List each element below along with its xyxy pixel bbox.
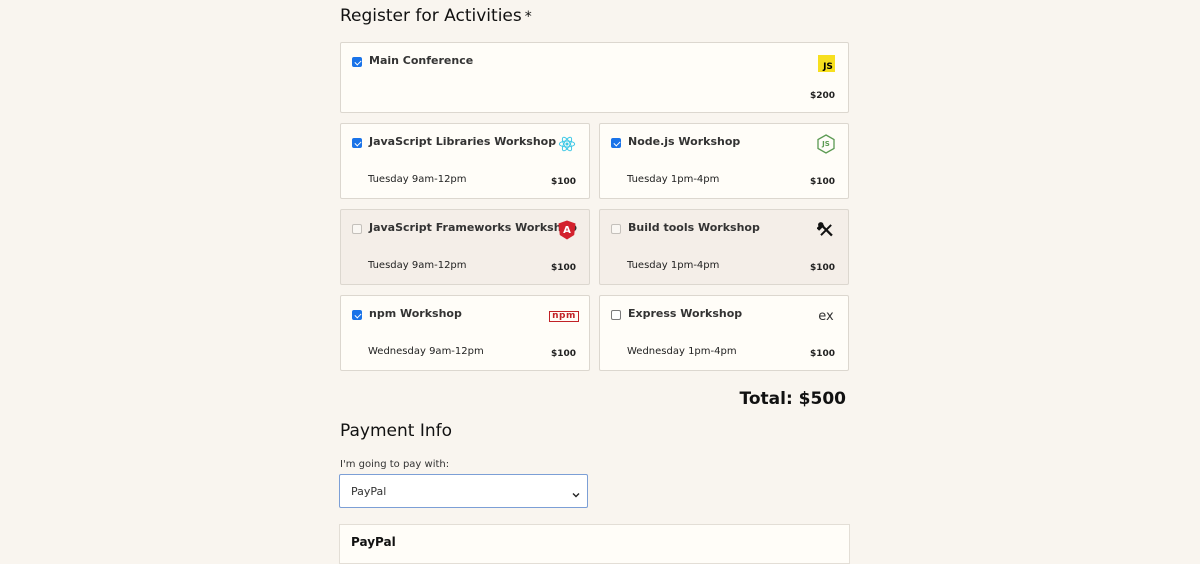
build-tools-checkbox (611, 224, 621, 234)
activity-name: JavaScript Libraries Workshop (369, 135, 557, 148)
activity-express-workshop[interactable]: Express Workshop ex Wednesday 1pm-4pm $1… (599, 295, 849, 371)
nodejs-icon: JS (816, 134, 836, 154)
express-icon: ex (816, 306, 836, 326)
activities-title: Register for Activities (340, 6, 522, 26)
activity-javascript-frameworks-workshop: JavaScript Frameworks Workshop A Tuesday… (340, 209, 590, 285)
js-frameworks-checkbox (352, 224, 362, 234)
activity-name: JavaScript Frameworks Workshop (369, 221, 577, 234)
chevron-down-icon (571, 485, 581, 504)
activity-price: $100 (809, 263, 835, 273)
main-conference-checkbox[interactable] (352, 57, 362, 67)
payment-method-select[interactable]: PayPal (339, 474, 588, 508)
activity-price: $100 (550, 349, 576, 359)
activity-price: $100 (809, 349, 835, 359)
activity-name: npm Workshop (369, 307, 462, 320)
activity-time: Tuesday 1pm-4pm (627, 260, 720, 271)
activity-javascript-libraries-workshop[interactable]: JavaScript Libraries Workshop Tuesday 9a… (340, 123, 590, 199)
angular-icon: A (557, 220, 577, 240)
payment-method-value: PayPal (351, 485, 387, 498)
required-mark: * (524, 9, 532, 25)
activity-price: $100 (809, 177, 835, 187)
paypal-title: PayPal (351, 535, 396, 549)
javascript-icon-text: JS (823, 61, 833, 72)
nodejs-icon-text: JS (822, 140, 830, 148)
paypal-panel: PayPal (339, 524, 850, 564)
js-libraries-checkbox[interactable] (352, 138, 362, 148)
activities-heading: Register for Activities * (340, 6, 532, 26)
npm-checkbox[interactable] (352, 310, 362, 320)
activity-time: Tuesday 9am-12pm (368, 260, 467, 271)
activity-price: $100 (550, 263, 576, 273)
javascript-icon: JS (818, 55, 835, 72)
activity-npm-workshop[interactable]: npm Workshop npm Wednesday 9am-12pm $100 (340, 295, 590, 371)
payment-select-label: I'm going to pay with: (340, 459, 450, 470)
total-cost: Total: $500 (739, 389, 846, 409)
activity-main-conference[interactable]: Main Conference JS $200 (340, 42, 849, 113)
activity-nodejs-workshop[interactable]: Node.js Workshop JS Tuesday 1pm-4pm $100 (599, 123, 849, 199)
build-tools-icon (816, 220, 836, 240)
activity-price: $200 (809, 91, 835, 101)
activity-time: Wednesday 9am-12pm (368, 346, 484, 357)
npm-icon: npm (549, 306, 579, 326)
nodejs-checkbox[interactable] (611, 138, 621, 148)
activity-time: Tuesday 9am-12pm (368, 174, 467, 185)
npm-icon-text: npm (549, 310, 579, 322)
payment-heading: Payment Info (340, 421, 453, 441)
angular-icon-text: A (563, 224, 571, 236)
activity-time: Tuesday 1pm-4pm (627, 174, 720, 185)
activity-build-tools-workshop: Build tools Workshop Tuesday 1pm-4pm $10… (599, 209, 849, 285)
activity-time: Wednesday 1pm-4pm (627, 346, 737, 357)
react-icon (557, 134, 577, 154)
activity-name: Express Workshop (628, 307, 743, 320)
express-checkbox[interactable] (611, 310, 621, 320)
activity-name: Main Conference (369, 54, 474, 67)
activity-name: Build tools Workshop (628, 221, 760, 234)
activity-name: Node.js Workshop (628, 135, 741, 148)
express-icon-text: ex (818, 308, 834, 324)
activity-price: $100 (550, 177, 576, 187)
